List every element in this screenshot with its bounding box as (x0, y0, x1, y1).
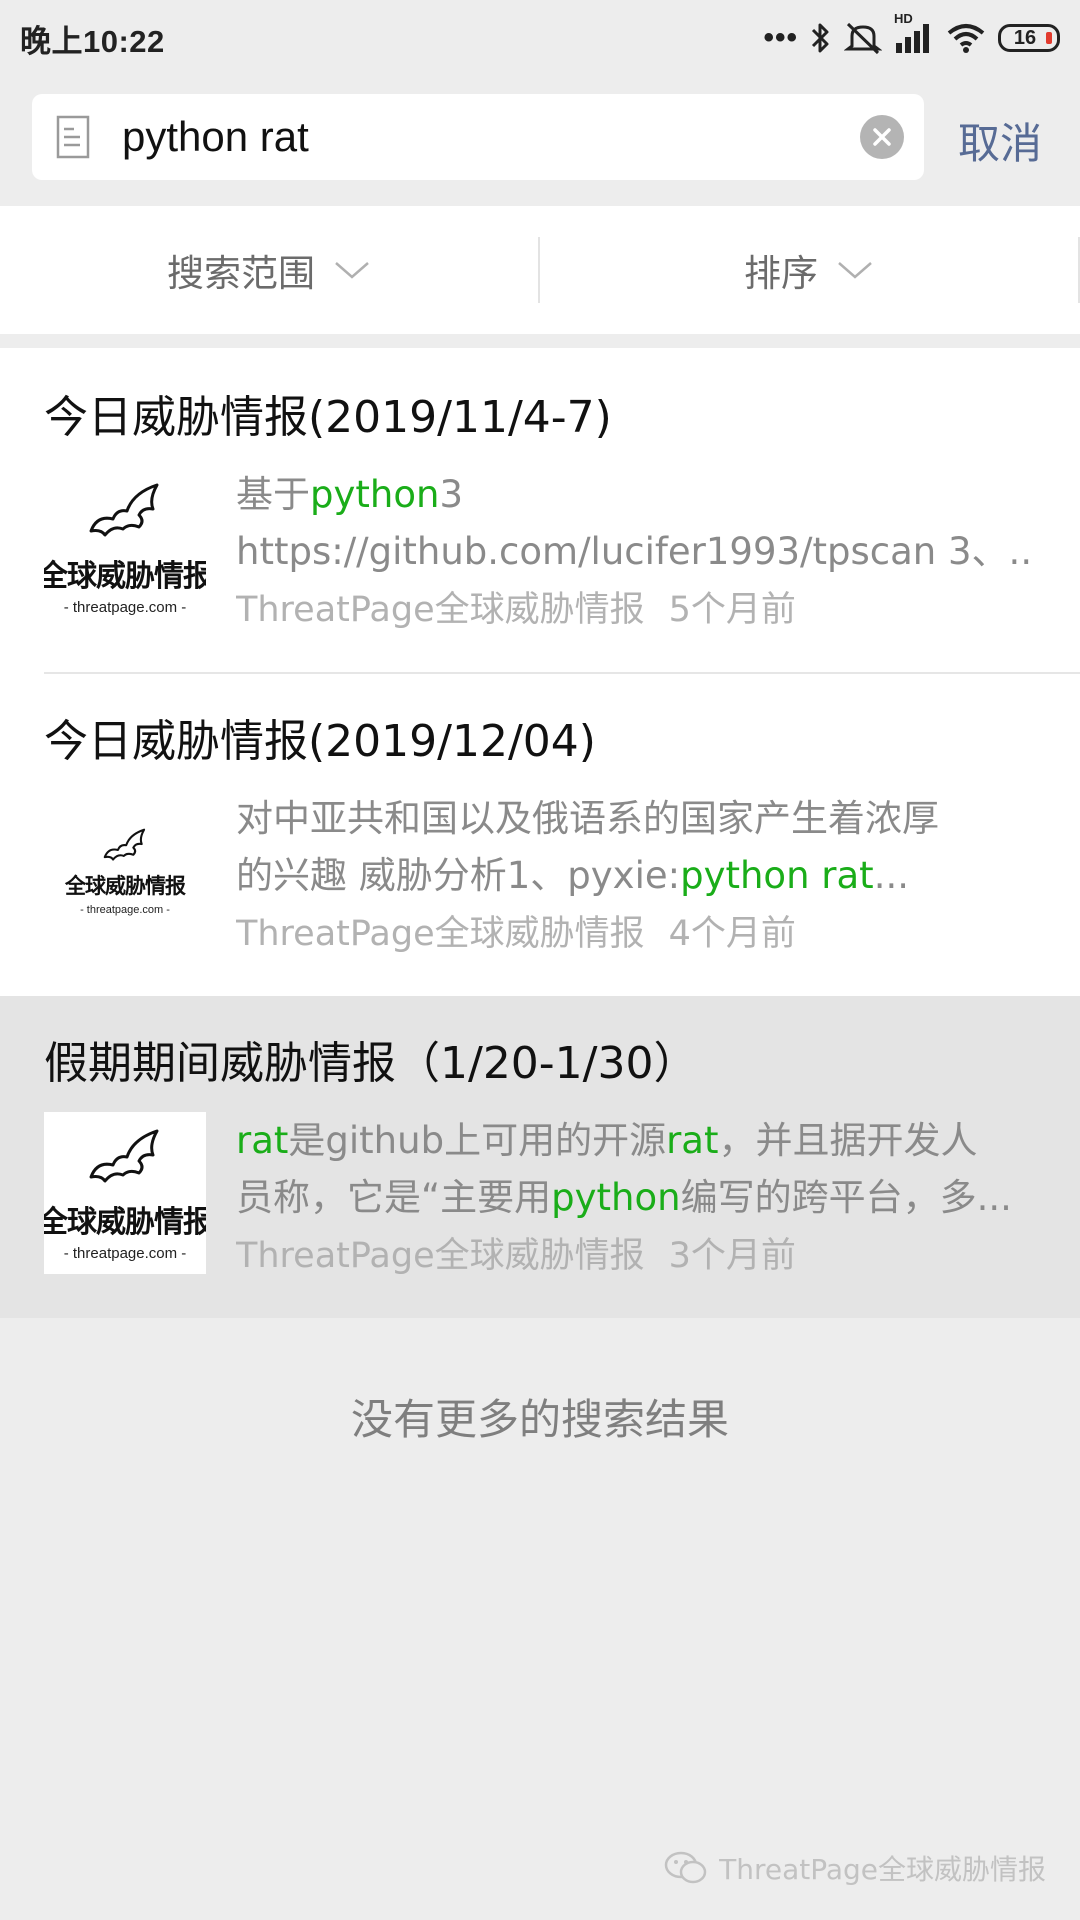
thumbnail-url: - threatpage.com - (63, 598, 187, 616)
result-body: 全球威胁情报 - threatpage.com - rat是github上可用的… (44, 1112, 1036, 1282)
search-scope-label: 搜索范围 (167, 252, 315, 295)
search-input[interactable] (122, 113, 860, 161)
result-text: 对中亚共和国以及俄语系的国家产生着浓厚 的兴趣 威胁分析1、pyxie:pyth… (236, 790, 1036, 960)
result-source: ThreatPage全球威胁情报 (236, 914, 645, 954)
result-snippet-line: 的兴趣 威胁分析1、pyxie:python rat... (236, 847, 1036, 904)
wifi-icon (947, 24, 985, 53)
clear-search-icon[interactable] (860, 115, 904, 159)
result-text: 基于python3 https://github.com/lucifer1993… (236, 466, 1036, 636)
result-item[interactable]: 今日威胁情报(2019/12/04) 全球威胁情报 - threatpage.c… (0, 674, 1080, 996)
snippet-highlight: rat (236, 1119, 289, 1162)
status-time: 晚上10:22 (20, 23, 165, 59)
thumbnail-title: 全球威胁情报 (65, 874, 186, 898)
chevron-down-icon (335, 262, 369, 279)
mute-icon (844, 22, 882, 55)
close-icon (873, 128, 891, 146)
thumbnail-title: 全球威胁情报 (44, 1204, 206, 1240)
result-title: 今日威胁情报(2019/11/4-7) (44, 392, 612, 443)
status-bar: 晚上10:22 ••• HD 16 (0, 0, 1080, 76)
status-icons: ••• HD 16 (763, 11, 1060, 56)
result-item[interactable]: 今日威胁情报(2019/11/4-7) 全球威胁情报 - threatpage.… (0, 348, 1080, 672)
wechat-icon (664, 1851, 707, 1884)
result-snippet-line: 对中亚共和国以及俄语系的国家产生着浓厚 (236, 790, 1036, 847)
snippet-highlight: python (551, 1176, 681, 1219)
snippet-text: 3 (439, 473, 463, 516)
result-snippet-line: 基于python3 (236, 466, 1036, 523)
thumbnail-url: - threatpage.com - (80, 904, 170, 916)
result-text: rat是github上可用的开源rat，并且据开发人 员称，它是“主要用pyth… (236, 1112, 1036, 1282)
result-body: 全球威胁情报 - threatpage.com - 基于python3 http… (44, 466, 1036, 636)
result-title: 假期期间威胁情报（1/20-1/30） (44, 1038, 698, 1089)
sort-label: 排序 (744, 252, 818, 295)
snippet-text: 员称，它是“主要用 (236, 1176, 552, 1219)
result-title: 今日威胁情报(2019/12/04) (44, 716, 596, 767)
snippet-text: 编写的跨平台，多... (680, 1176, 1012, 1219)
chevron-down-icon (838, 262, 872, 279)
snippet-text: 是github上可用的开源 (288, 1119, 667, 1162)
result-thumbnail: 全球威胁情报 - threatpage.com - (44, 1112, 206, 1274)
signal-icon: HD (894, 11, 934, 55)
result-body: 全球威胁情报 - threatpage.com - 对中亚共和国以及俄语系的国家… (44, 790, 1036, 960)
result-thumbnail: 全球威胁情报 - threatpage.com - (44, 790, 206, 952)
cancel-button[interactable]: 取消 (958, 110, 1042, 171)
bat-logo-icon (103, 828, 146, 861)
result-snippet-line: rat是github上可用的开源rat，并且据开发人 (236, 1112, 1036, 1169)
result-meta: ThreatPage全球威胁情报 3个月前 (236, 1230, 1036, 1282)
bluetooth-icon (811, 23, 829, 53)
search-box[interactable] (32, 94, 924, 180)
document-icon (56, 115, 90, 159)
watermark-text: ThreatPage全球威胁情报 (719, 1853, 1046, 1886)
snippet-text: ... (873, 854, 909, 897)
results-list: 今日威胁情报(2019/11/4-7) 全球威胁情报 - threatpage.… (0, 348, 1080, 1318)
snippet-text: 对中亚共和国以及俄语系的国家产生着浓厚 (236, 797, 939, 840)
watermark: ThreatPage全球威胁情报 (663, 1848, 1046, 1888)
snippet-highlight: python rat (680, 854, 874, 897)
no-more-results: 没有更多的搜索结果 (350, 1395, 729, 1444)
sort-dropdown[interactable]: 排序 (540, 206, 1078, 334)
filter-bar: 搜索范围 排序 (0, 206, 1080, 334)
result-meta: ThreatPage全球威胁情报 5个月前 (236, 584, 1036, 636)
snippet-text: ，并且据开发人 (718, 1119, 978, 1162)
snippet-highlight: rat (666, 1119, 719, 1162)
result-thumbnail: 全球威胁情报 - threatpage.com - (44, 466, 206, 628)
result-meta: ThreatPage全球威胁情报 4个月前 (236, 908, 1036, 960)
snippet-text: 的兴趣 威胁分析1、pyxie: (236, 854, 681, 897)
network-type-label: HD (894, 11, 913, 26)
result-snippet-line: 员称，它是“主要用python编写的跨平台，多... (236, 1169, 1036, 1226)
search-scope-dropdown[interactable]: 搜索范围 (0, 206, 538, 334)
result-time: 5个月前 (668, 590, 796, 630)
result-source: ThreatPage全球威胁情报 (236, 590, 645, 630)
snippet-text: 基于 (236, 473, 310, 516)
result-source: ThreatPage全球威胁情报 (236, 1236, 645, 1276)
result-time: 4个月前 (668, 914, 796, 954)
snippet-text: https://github.com/lucifer1993/tpscan 3、… (236, 530, 1036, 573)
thumbnail-title: 全球威胁情报 (44, 558, 206, 594)
bat-logo-icon (89, 1129, 159, 1182)
snippet-highlight: python (310, 473, 440, 516)
result-item[interactable]: 假期期间威胁情报（1/20-1/30） 全球威胁情报 - threatpage.… (0, 996, 1080, 1318)
bat-logo-icon (89, 483, 159, 536)
result-snippet-line: https://github.com/lucifer1993/tpscan 3、… (236, 523, 1036, 580)
battery-icon: 16 (998, 24, 1060, 52)
battery-level: 16 (1013, 26, 1037, 49)
more-dots-icon: ••• (763, 21, 798, 54)
result-time: 3个月前 (668, 1236, 796, 1276)
thumbnail-url: - threatpage.com - (63, 1244, 187, 1262)
